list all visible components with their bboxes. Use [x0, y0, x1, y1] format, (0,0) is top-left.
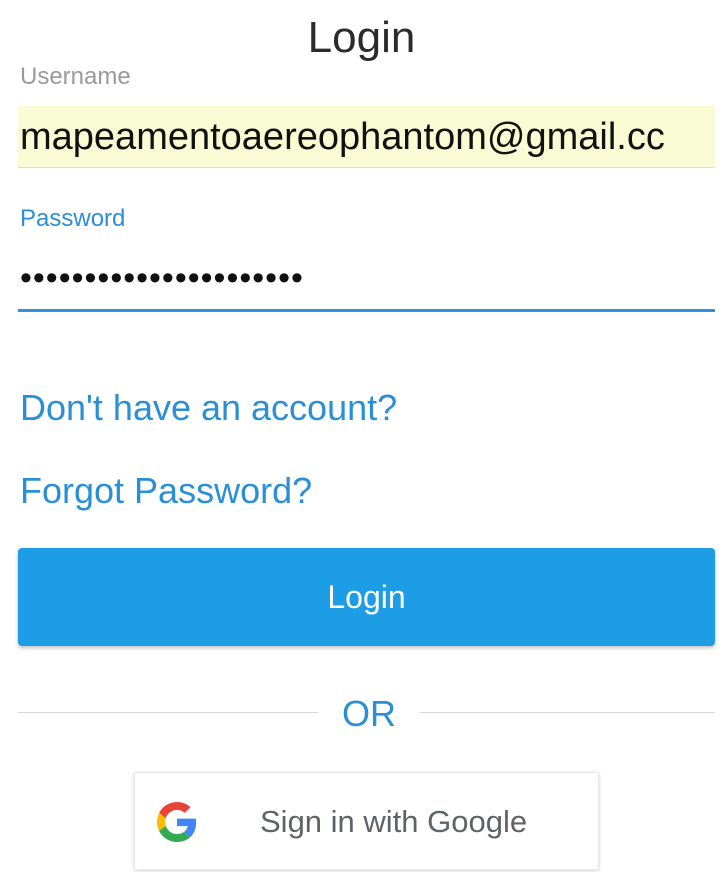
password-input[interactable]: •••••••••••••••••••••• — [18, 248, 715, 312]
google-signin-label: Sign in with Google — [260, 804, 528, 839]
divider-line-right — [420, 712, 715, 713]
page-title: Login — [307, 13, 416, 62]
divider-line-left — [18, 712, 318, 713]
password-label: Password — [20, 205, 126, 232]
google-signin-button[interactable]: Sign in with Google — [134, 772, 599, 870]
forgot-password-link[interactable]: Forgot Password? — [20, 468, 312, 514]
username-label: Username — [20, 63, 131, 90]
signup-link[interactable]: Don't have an account? — [20, 385, 397, 431]
username-input[interactable]: mapeamentoaereophantom@gmail.cc — [18, 106, 715, 168]
google-g-icon — [157, 802, 197, 842]
or-divider-text: OR — [342, 693, 396, 734]
login-button[interactable]: Login — [18, 548, 715, 646]
